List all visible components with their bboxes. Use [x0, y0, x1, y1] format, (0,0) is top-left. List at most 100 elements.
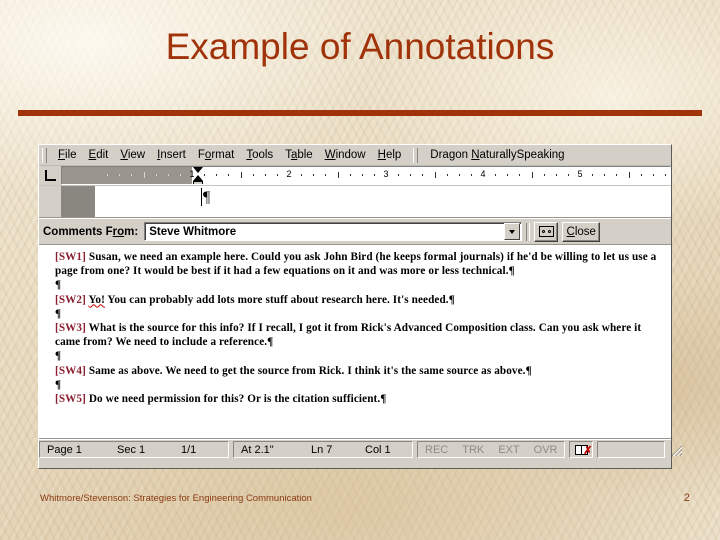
menu-item-help[interactable]: Help: [372, 148, 408, 162]
comment-ref-sw3[interactable]: [SW3]: [55, 322, 86, 334]
title-divider: [18, 110, 702, 116]
slide-footer-text: Whitmore/Stevenson: Strategies for Engin…: [40, 493, 312, 504]
status-bar: Page 1 Sec 1 1/1 At 2.1" Ln 7 Col 1 REC …: [39, 439, 683, 459]
ruler-eighth-tick: [216, 174, 218, 176]
ruler-eighth-tick: [398, 174, 400, 176]
ruler-eighth-tick: [664, 174, 666, 176]
status-ovr-toggle[interactable]: OVR: [527, 442, 565, 457]
dragon-toolbar-drag-handle[interactable]: [413, 147, 419, 163]
paragraph-mark: ¶: [55, 279, 62, 292]
menu-item-view[interactable]: View: [114, 148, 151, 162]
ruler-half-inch-tick: [434, 172, 436, 178]
ruler-eighth-tick: [592, 174, 594, 176]
menu-item-dragon-naturallyspeaking[interactable]: Dragon NaturallySpeaking: [424, 148, 570, 162]
status-group-spellcheck[interactable]: ✗: [569, 441, 594, 458]
ruler-eighth-tick: [604, 174, 606, 176]
ruler-eighth-tick: [361, 174, 363, 176]
misspelled-word: Yo!: [88, 293, 105, 306]
status-line: Ln 7: [311, 443, 333, 456]
play-audio-comment-button[interactable]: [534, 221, 559, 242]
left-tab-stop-icon: [44, 170, 56, 181]
tab-stop-selector-button[interactable]: [39, 166, 61, 185]
comments-author-dropdown[interactable]: Steve Whitmore: [144, 222, 523, 241]
first-line-indent-marker[interactable]: [193, 167, 203, 173]
ruler-half-inch-tick: [628, 172, 630, 178]
comment-text-sw1: Susan, we need an example here. Could yo…: [55, 251, 657, 278]
status-rec-toggle[interactable]: REC: [418, 442, 455, 457]
chevron-down-icon[interactable]: [504, 223, 521, 240]
comment-ref-sw5[interactable]: [SW5]: [55, 393, 86, 405]
ruler-row: 12345: [39, 166, 671, 186]
ruler-eighth-tick: [252, 174, 254, 176]
status-group-cursor: At 2.1" Ln 7 Col 1: [233, 441, 413, 458]
left-indent-marker[interactable]: [193, 181, 203, 184]
comment-entry-sw3: [SW3] What is the source for this info? …: [55, 321, 665, 349]
ruler-eighth-tick: [131, 174, 133, 176]
horizontal-ruler[interactable]: 12345: [61, 166, 671, 185]
status-group-modes: REC TRK EXT OVR: [417, 441, 566, 458]
status-page: Page 1: [47, 443, 82, 456]
paragraph-mark: ¶: [55, 378, 62, 391]
paragraph-mark: ¶: [380, 393, 387, 406]
comment-text-sw5: Do we need permission for this? Or is th…: [88, 393, 381, 406]
status-group-empty: [597, 441, 666, 458]
status-at: At 2.1": [241, 443, 274, 456]
status-trk-toggle[interactable]: TRK: [455, 442, 491, 457]
menu-item-edit[interactable]: Edit: [83, 148, 115, 162]
comments-text-pane[interactable]: [SW1] Susan, we need an example here. Co…: [39, 245, 671, 439]
error-x-glyph: ✗: [583, 444, 593, 457]
menu-item-format[interactable]: Format: [192, 148, 240, 162]
toolbar-separator: [526, 222, 531, 241]
ruler-left-margin-area: [62, 167, 192, 184]
ruler-half-inch-tick: [143, 172, 145, 178]
comment-ref-sw2[interactable]: [SW2]: [55, 294, 86, 306]
ruler-eighth-tick: [373, 174, 375, 176]
comment-entry-sw2: [SW2] Yo! You can probably add lots more…: [55, 293, 665, 307]
menu-item-window[interactable]: Window: [319, 148, 372, 162]
menu-item-tools[interactable]: Tools: [240, 148, 279, 162]
ruler-eighth-tick: [313, 174, 315, 176]
ruler-number-5: 5: [577, 169, 583, 179]
ruler-eighth-tick: [325, 174, 327, 176]
ruler-eighth-tick: [616, 174, 618, 176]
ruler-eighth-tick: [640, 174, 642, 176]
status-ext-toggle[interactable]: EXT: [491, 442, 526, 457]
blank-paragraph: ¶: [55, 349, 665, 363]
menu-item-table[interactable]: Table: [279, 148, 319, 162]
comment-entry-sw4: [SW4] Same as above. We need to get the …: [55, 364, 665, 378]
ruler-eighth-tick: [204, 174, 206, 176]
text-caret: [201, 188, 202, 206]
paragraph-mark: ¶: [525, 364, 532, 377]
paragraph-mark: ¶: [55, 307, 62, 320]
paragraph-indent-markers[interactable]: [193, 167, 204, 184]
document-text-area[interactable]: ¶: [95, 186, 671, 217]
ruler-eighth-tick: [107, 174, 109, 176]
comment-ref-sw1[interactable]: [SW1]: [55, 251, 86, 263]
menu-item-insert[interactable]: Insert: [151, 148, 192, 162]
ruler-eighth-tick: [276, 174, 278, 176]
word-application-window: File Edit View Insert Format Tools Table…: [38, 144, 683, 469]
status-group-position: Page 1 Sec 1 1/1: [39, 441, 229, 458]
ruler-eighth-tick: [555, 174, 557, 176]
ruler-eighth-tick: [410, 174, 412, 176]
cassette-tape-icon: [538, 226, 554, 237]
ruler-number-2: 2: [286, 169, 292, 179]
comment-text-sw3: What is the source for this info? If I r…: [55, 322, 642, 349]
menu-bar-drag-handle[interactable]: [42, 147, 47, 163]
comment-text-sw4: Same as above. We need to get the source…: [88, 364, 526, 377]
ruler-half-inch-tick: [337, 172, 339, 178]
ruler-eighth-tick: [652, 174, 654, 176]
status-page-count: 1/1: [181, 443, 197, 456]
paragraph-mark: ¶: [508, 265, 515, 278]
document-page-area[interactable]: ¶: [39, 186, 671, 218]
paragraph-mark: ¶: [203, 189, 211, 206]
window-resize-grip[interactable]: [669, 441, 685, 458]
ruler-eighth-tick: [179, 174, 181, 176]
ruler-eighth-tick: [470, 174, 472, 176]
spellcheck-book-error-icon[interactable]: ✗: [570, 444, 593, 457]
menu-item-file[interactable]: File: [52, 148, 83, 162]
comment-ref-sw4[interactable]: [SW4]: [55, 365, 86, 377]
selection-margin-block: [61, 186, 95, 217]
paragraph-mark: ¶: [267, 336, 274, 349]
close-comments-pane-button[interactable]: Close: [562, 221, 601, 242]
